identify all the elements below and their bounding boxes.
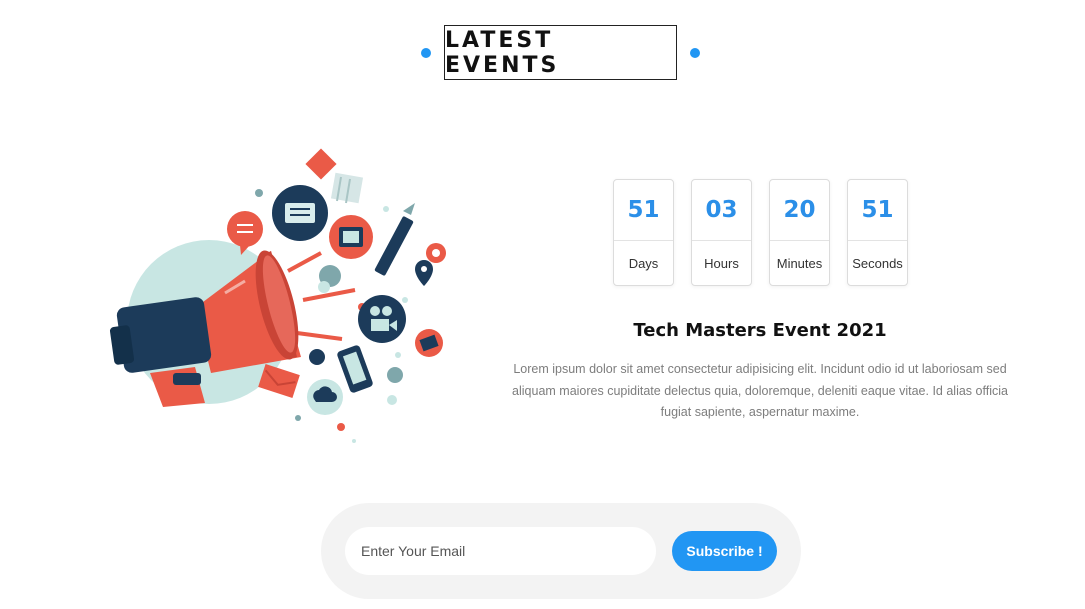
countdown-timer: 51 Days 03 Hours 20 Minutes 51 Seconds [613,179,908,286]
countdown-days-value: 51 [614,180,673,241]
countdown-seconds: 51 Seconds [847,179,908,286]
event-description: Lorem ipsum dolor sit amet consectetur a… [512,362,1008,419]
countdown-hours: 03 Hours [691,179,752,286]
countdown-days: 51 Days [613,179,674,286]
countdown-days-label: Days [628,255,659,271]
heading-dot-right [690,48,700,58]
countdown-minutes-value: 20 [770,180,829,241]
heading-dot-left [421,48,431,58]
subscribe-button[interactable]: Subscribe ! [672,531,777,571]
countdown-seconds-label: Seconds [852,255,903,271]
countdown-seconds-value: 51 [848,180,907,241]
countdown-minutes-label: Minutes [776,255,823,271]
megaphone-illustration [105,145,465,450]
countdown-hours-value: 03 [692,180,751,241]
megaphone-icon [109,148,446,443]
section-title: LATEST EVENTS [444,25,677,80]
countdown-minutes: 20 Minutes [769,179,830,286]
section-heading: LATEST EVENTS [0,25,1085,81]
subscribe-form: Subscribe ! [321,503,801,599]
email-input[interactable] [345,527,656,575]
event-title: Tech Masters Event 2021 [633,320,887,341]
countdown-hours-label: Hours [704,255,739,271]
